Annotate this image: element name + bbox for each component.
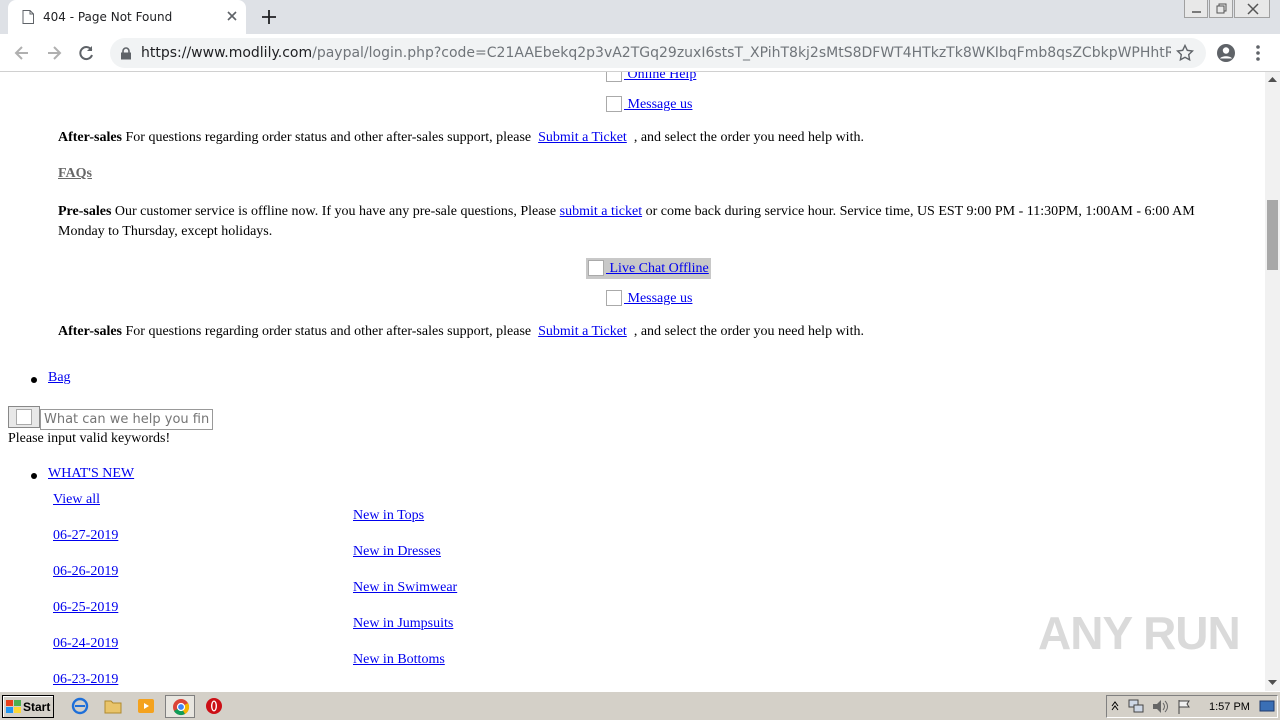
live-chat-link[interactable]: Live Chat Offline <box>586 258 711 279</box>
start-label: Start <box>23 700 51 714</box>
online-help-link[interactable]: Online Help <box>606 72 696 83</box>
reload-icon[interactable] <box>76 43 96 63</box>
taskbar: Start 1:57 PM <box>0 691 1280 720</box>
minimize-button[interactable] <box>1184 0 1208 18</box>
vertical-scrollbar[interactable] <box>1265 72 1280 691</box>
aftersales-paragraph: After-sales For questions regarding orde… <box>58 324 864 340</box>
submit-ticket-link[interactable]: Submit a Ticket <box>538 130 627 145</box>
new-in-dresses-link[interactable]: New in Dresses <box>353 544 441 560</box>
submit-ticket-link[interactable]: submit a ticket <box>560 204 642 219</box>
url-text[interactable]: https://www.modlily.com/paypal/login.php… <box>141 45 1171 61</box>
whats-new-link[interactable]: WHAT'S NEW <box>48 466 134 482</box>
chrome-icon <box>173 699 190 716</box>
restore-icon <box>1216 3 1227 14</box>
browser-tab[interactable]: 404 - Page Not Found <box>8 0 246 34</box>
new-in-swimwear-link[interactable]: New in Swimwear <box>353 580 457 596</box>
search-button[interactable] <box>8 406 40 428</box>
view-all-link[interactable]: View all <box>53 492 100 508</box>
aftersales-suffix: , and select the order you need help wit… <box>633 324 864 339</box>
broken-image-icon <box>16 409 32 425</box>
date-link[interactable]: 06-24-2019 <box>53 636 118 652</box>
bag-link[interactable]: Bag <box>48 370 71 386</box>
presales-label: Pre-sales <box>58 204 112 219</box>
scroll-down-icon[interactable] <box>1268 680 1277 686</box>
new-in-bottoms-link[interactable]: New in Bottoms <box>353 652 445 668</box>
tab-title: 404 - Page Not Found <box>43 10 173 24</box>
opera-icon[interactable] <box>205 697 223 715</box>
windows-logo-icon <box>6 700 21 713</box>
back-icon[interactable] <box>12 43 32 63</box>
broken-image-icon <box>606 290 622 306</box>
new-in-jumpsuits-link[interactable]: New in Jumpsuits <box>353 616 453 632</box>
submit-ticket-link[interactable]: Submit a Ticket <box>538 324 627 339</box>
presales-text: Our customer service is offline now. If … <box>111 204 560 219</box>
menu-icon[interactable] <box>1252 43 1264 63</box>
presales-paragraph: Pre-sales Our customer service is offlin… <box>58 202 1238 242</box>
date-link[interactable]: 06-25-2019 <box>53 600 118 616</box>
aftersales-text: For questions regarding order status and… <box>122 324 532 339</box>
action-center-flag-icon[interactable] <box>1177 699 1193 714</box>
search-error-text: Please input valid keywords! <box>8 431 171 446</box>
date-link[interactable]: 06-23-2019 <box>53 672 118 688</box>
minimize-icon <box>1192 11 1201 13</box>
broken-image-icon <box>606 96 622 112</box>
scrollbar-thumb[interactable] <box>1267 200 1278 270</box>
watermark-text: ANY RUN <box>1038 607 1241 659</box>
aftersales-text: For questions regarding order status and… <box>122 130 532 145</box>
new-in-tops-link[interactable]: New in Tops <box>353 508 424 524</box>
page-viewport: Online Help Message us After-sales For q… <box>0 72 1265 691</box>
network-icon[interactable] <box>1128 699 1144 714</box>
close-window-button[interactable] <box>1234 0 1270 18</box>
close-tab-icon[interactable] <box>225 9 239 23</box>
new-tab-icon[interactable] <box>260 8 278 26</box>
aftersales-paragraph: After-sales For questions regarding orde… <box>58 130 864 146</box>
tab-strip: 404 - Page Not Found <box>0 0 1280 34</box>
date-link[interactable]: 06-27-2019 <box>53 528 118 544</box>
start-button[interactable]: Start <box>2 695 54 718</box>
taskbar-clock[interactable]: 1:57 PM <box>1209 701 1250 713</box>
scroll-up-icon[interactable] <box>1268 76 1277 82</box>
profile-icon[interactable] <box>1216 43 1236 63</box>
aftersales-label: After-sales <box>58 324 123 339</box>
volume-icon[interactable] <box>1152 699 1168 714</box>
tray-expand-icon[interactable] <box>1111 701 1119 711</box>
search-input[interactable] <box>40 409 213 430</box>
broken-image-icon <box>606 72 622 82</box>
address-bar[interactable]: https://www.modlily.com/paypal/login.php… <box>110 38 1206 68</box>
live-chat-text[interactable]: Live Chat Offline <box>606 261 709 276</box>
page-icon <box>22 10 34 24</box>
message-us-link[interactable]: Message us <box>606 290 692 307</box>
bookmark-star-icon[interactable] <box>1176 44 1194 62</box>
folder-icon[interactable] <box>104 697 122 715</box>
message-us-text[interactable]: Message us <box>624 97 693 112</box>
url-domain: https://www.modlily.com <box>141 45 313 61</box>
media-player-icon[interactable] <box>137 697 155 715</box>
online-help-text[interactable]: Online Help <box>624 72 697 82</box>
date-link[interactable]: 06-26-2019 <box>53 564 118 580</box>
show-desktop-icon[interactable] <box>1259 699 1275 713</box>
url-path: /paypal/login.php?code=C21AAEbekq2p3vA2T… <box>312 45 1171 61</box>
internet-explorer-icon[interactable] <box>71 697 89 715</box>
chrome-taskbar-button[interactable] <box>165 695 195 718</box>
message-us-text[interactable]: Message us <box>624 291 693 306</box>
forward-icon[interactable] <box>44 43 64 63</box>
list-bullet <box>31 377 37 383</box>
list-bullet <box>31 473 37 479</box>
restore-button[interactable] <box>1209 0 1233 18</box>
faqs-link[interactable]: FAQs <box>58 166 92 182</box>
close-window-icon <box>1247 3 1259 15</box>
message-us-link[interactable]: Message us <box>606 96 692 113</box>
aftersales-label: After-sales <box>58 130 123 145</box>
broken-image-icon <box>588 260 604 276</box>
aftersales-suffix: , and select the order you need help wit… <box>633 130 864 145</box>
lock-icon[interactable] <box>120 47 132 60</box>
browser-toolbar: https://www.modlily.com/paypal/login.php… <box>0 34 1280 72</box>
